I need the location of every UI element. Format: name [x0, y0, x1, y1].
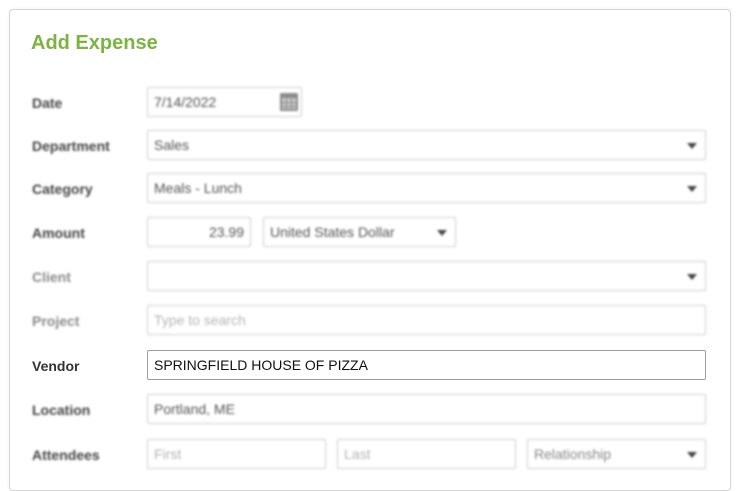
location-label: Location	[32, 402, 91, 418]
attendee-relationship-placeholder: Relationship	[534, 446, 612, 462]
client-select[interactable]	[147, 261, 706, 291]
category-select[interactable]: Meals - Lunch	[147, 173, 706, 203]
department-select[interactable]: Sales	[147, 130, 706, 160]
chevron-down-icon	[687, 452, 697, 458]
project-label: Project	[32, 313, 80, 329]
calendar-icon[interactable]	[280, 93, 298, 111]
amount-value: 23.99	[208, 224, 244, 240]
date-label: Date	[32, 95, 63, 111]
date-row: Date 7/14/2022	[10, 87, 730, 119]
chevron-down-icon	[687, 143, 697, 149]
attendees-label: Attendees	[32, 447, 100, 463]
add-expense-card: Add Expense Date 7/14/2022 Department Sa…	[9, 9, 731, 491]
vendor-input[interactable]: SPRINGFIELD HOUSE OF PIZZA	[147, 350, 706, 380]
attendee-last-placeholder: Last	[344, 446, 371, 462]
project-search-input[interactable]: Type to search	[147, 305, 706, 335]
chevron-down-icon	[437, 230, 447, 236]
vendor-row: Vendor SPRINGFIELD HOUSE OF PIZZA	[10, 350, 730, 382]
amount-input[interactable]: 23.99	[147, 217, 251, 247]
currency-select[interactable]: United States Dollar	[263, 217, 456, 247]
currency-value: United States Dollar	[270, 224, 395, 240]
department-row: Department Sales	[10, 130, 730, 162]
project-row: Project Type to search	[10, 305, 730, 337]
category-value: Meals - Lunch	[154, 180, 242, 196]
vendor-value: SPRINGFIELD HOUSE OF PIZZA	[154, 357, 368, 373]
attendee-first-input[interactable]: First	[147, 439, 326, 469]
department-label: Department	[32, 138, 110, 154]
client-label: Client	[32, 269, 71, 285]
amount-row: Amount 23.99 United States Dollar	[10, 217, 730, 249]
amount-label: Amount	[32, 225, 85, 241]
chevron-down-icon	[687, 186, 697, 192]
department-value: Sales	[154, 137, 190, 153]
category-label: Category	[32, 181, 93, 197]
client-row: Client	[10, 261, 730, 293]
location-input[interactable]: Portland, ME	[147, 394, 706, 424]
form-title: Add Expense	[31, 32, 158, 54]
vendor-label: Vendor	[32, 358, 80, 374]
attendee-relationship-select[interactable]: Relationship	[527, 439, 706, 469]
project-placeholder: Type to search	[154, 312, 246, 328]
date-field[interactable]: 7/14/2022	[147, 87, 302, 117]
location-row: Location Portland, ME	[10, 394, 730, 426]
date-value: 7/14/2022	[154, 94, 217, 110]
category-row: Category Meals - Lunch	[10, 173, 730, 205]
location-value: Portland, ME	[154, 401, 235, 417]
attendees-row: Attendees First Last Relationship	[10, 439, 730, 471]
chevron-down-icon	[687, 274, 697, 280]
attendee-first-placeholder: First	[154, 446, 182, 462]
attendee-last-input[interactable]: Last	[337, 439, 516, 469]
